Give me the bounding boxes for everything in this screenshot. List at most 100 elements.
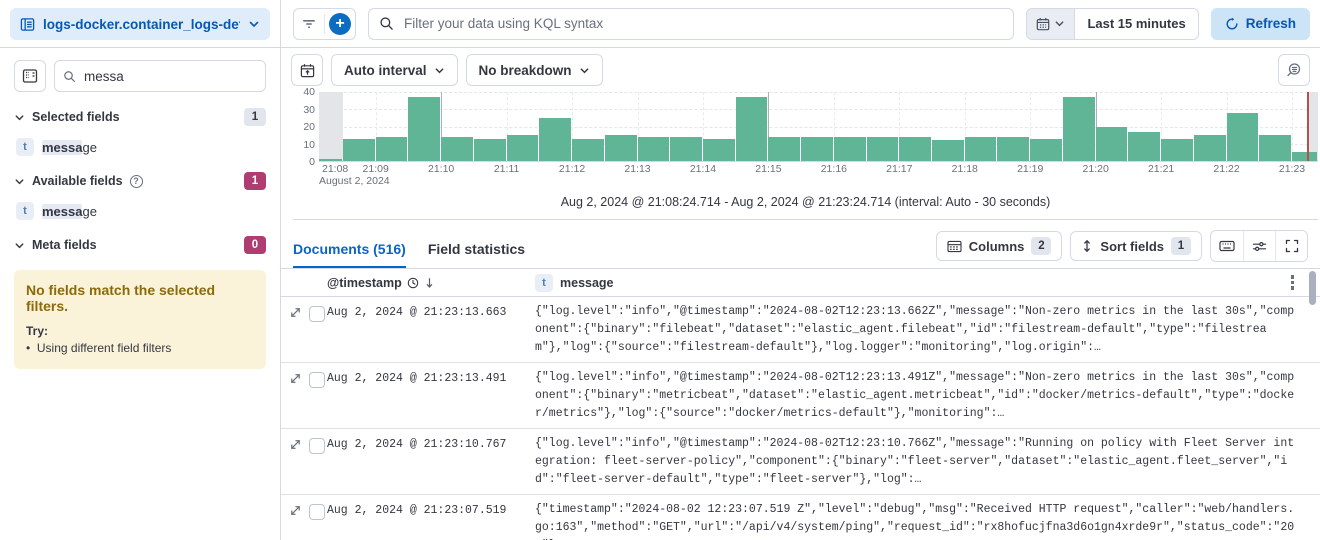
clock-icon	[407, 277, 418, 288]
add-filter-button[interactable]: +	[325, 9, 355, 39]
inspect-icon	[1287, 63, 1301, 77]
meta-fields-accordion[interactable]: Meta fields 0	[14, 236, 266, 254]
column-header-timestamp[interactable]: @timestamp	[281, 276, 535, 290]
histogram-bar	[735, 97, 768, 161]
field-search-input[interactable]	[82, 67, 263, 85]
histogram-bar	[1128, 131, 1161, 161]
expand-document-icon[interactable]	[289, 504, 302, 517]
fields-sidebar: ✕ 0 Selected fields 1 t message Availa	[0, 48, 281, 540]
calendar-edit-icon	[300, 63, 314, 77]
selected-fields-accordion[interactable]: Selected fields 1	[14, 108, 266, 126]
sort-fields-button[interactable]: Sort fields 1	[1070, 231, 1202, 261]
timestamp-column-label: @timestamp	[327, 275, 402, 290]
collapse-field-list-button[interactable]	[14, 60, 46, 92]
calendar-icon	[1037, 17, 1050, 30]
expand-document-icon[interactable]	[289, 438, 302, 451]
fullscreen-button[interactable]	[1275, 231, 1307, 261]
chevron-down-icon	[580, 67, 588, 73]
filter-menu-button[interactable]	[294, 9, 324, 39]
meta-fields-count-badge: 0	[244, 236, 266, 254]
expand-document-icon[interactable]	[289, 306, 302, 319]
breakdown-select-button[interactable]: No breakdown	[465, 54, 603, 86]
histogram-bar	[1259, 135, 1292, 161]
x-axis-tick-label: 21:19	[1017, 163, 1044, 175]
sort-descending-icon[interactable]	[424, 277, 435, 289]
refresh-button[interactable]: Refresh	[1210, 7, 1310, 40]
x-axis-tick-label: 21:21	[1147, 163, 1175, 175]
kql-search-bar[interactable]	[368, 7, 1015, 40]
field-item-message[interactable]: t message	[16, 202, 266, 220]
grid-options-kebab-icon[interactable]	[1290, 275, 1294, 290]
columns-label: Columns	[968, 238, 1025, 254]
callout-suggestion: • Using different field filters	[26, 341, 172, 355]
histogram-plot[interactable]	[319, 92, 1318, 162]
histogram-bar	[604, 135, 637, 161]
sort-fields-count-badge: 1	[1171, 237, 1191, 255]
select-document-checkbox[interactable]	[309, 438, 325, 454]
histogram-bar	[833, 136, 866, 161]
data-view-name: logs-docker.container_logs-def...	[43, 16, 240, 32]
vertical-scrollbar[interactable]	[1309, 271, 1316, 305]
x-axis-tick-label: 21:18	[951, 163, 978, 175]
chevron-down-icon	[15, 178, 24, 184]
x-axis-tick-label: 21:16	[820, 163, 847, 175]
table-header: @timestamp t message	[281, 269, 1320, 305]
histogram-bar	[932, 140, 964, 161]
histogram-bar	[670, 136, 702, 161]
edit-histogram-button[interactable]	[291, 54, 323, 86]
y-axis-tick-label: 20	[303, 121, 315, 133]
column-header-message[interactable]: t message	[535, 273, 1320, 292]
timestamp-cell: Aug 2, 2024 @ 21:23:07.519	[327, 504, 507, 517]
interval-select-button[interactable]: Auto interval	[331, 54, 458, 86]
display-options-button[interactable]	[1243, 231, 1275, 261]
timestamp-cell: Aug 2, 2024 @ 21:23:13.663	[327, 306, 507, 319]
table-row: Aug 2, 2024 @ 21:23:13.663 {"log.level":…	[281, 297, 1320, 363]
histogram-bar	[964, 136, 997, 161]
histogram-bar	[637, 136, 670, 161]
histogram-bar	[375, 136, 408, 161]
time-range-button[interactable]: Last 15 minutes	[1075, 8, 1198, 39]
help-icon: ?	[129, 174, 143, 188]
kql-search-input[interactable]	[402, 15, 1004, 32]
data-view-icon	[20, 17, 35, 31]
histogram-bar	[441, 136, 473, 161]
message-cell: {"log.level":"info","@timestamp":"2024-0…	[535, 437, 1295, 486]
filter-icon	[303, 19, 315, 28]
row-controls	[281, 501, 327, 540]
keyboard-shortcuts-button[interactable]	[1211, 231, 1243, 261]
histogram-bar	[539, 117, 572, 161]
field-search: ✕ 0	[54, 60, 266, 92]
x-axis-tick-label: 21:12	[558, 163, 586, 175]
expand-document-icon[interactable]	[289, 372, 302, 385]
available-fields-accordion[interactable]: Available fields ? 1	[14, 172, 266, 190]
columns-button[interactable]: Columns 2	[935, 231, 1063, 261]
refresh-icon	[1226, 17, 1238, 29]
chevron-down-icon	[1056, 21, 1064, 27]
histogram-bar	[1030, 138, 1062, 161]
tab-field-statistics[interactable]: Field statistics	[428, 241, 525, 268]
tab-documents[interactable]: Documents (516)	[293, 241, 406, 268]
columns-table-icon	[947, 240, 962, 252]
text-field-type-icon: t	[16, 138, 34, 156]
meta-fields-label: Meta fields	[32, 238, 97, 252]
histogram-bar	[997, 136, 1030, 161]
data-view-picker-button[interactable]: logs-docker.container_logs-def...	[10, 8, 270, 40]
x-axis-tick-label: 21:15	[755, 163, 782, 175]
chevron-down-icon	[15, 114, 24, 120]
breakdown-label: No breakdown	[478, 62, 572, 78]
histogram-bar	[1095, 126, 1128, 161]
timestamp-cell: Aug 2, 2024 @ 21:23:10.767	[327, 438, 507, 451]
timestamp-cell: Aug 2, 2024 @ 21:23:13.491	[327, 372, 507, 385]
histogram-bar	[1226, 112, 1259, 161]
keyboard-icon	[1219, 240, 1235, 252]
select-document-checkbox[interactable]	[309, 306, 325, 322]
histogram-bar	[572, 138, 604, 161]
field-item-message[interactable]: t message	[16, 138, 266, 156]
select-document-checkbox[interactable]	[309, 504, 325, 520]
select-document-checkbox[interactable]	[309, 372, 325, 388]
chart-inspect-button[interactable]	[1278, 54, 1310, 86]
refresh-label: Refresh	[1245, 16, 1296, 31]
available-fields-label: Available fields	[32, 174, 123, 188]
time-quick-select-button[interactable]	[1027, 8, 1076, 39]
field-search-box[interactable]: ✕	[55, 61, 265, 91]
